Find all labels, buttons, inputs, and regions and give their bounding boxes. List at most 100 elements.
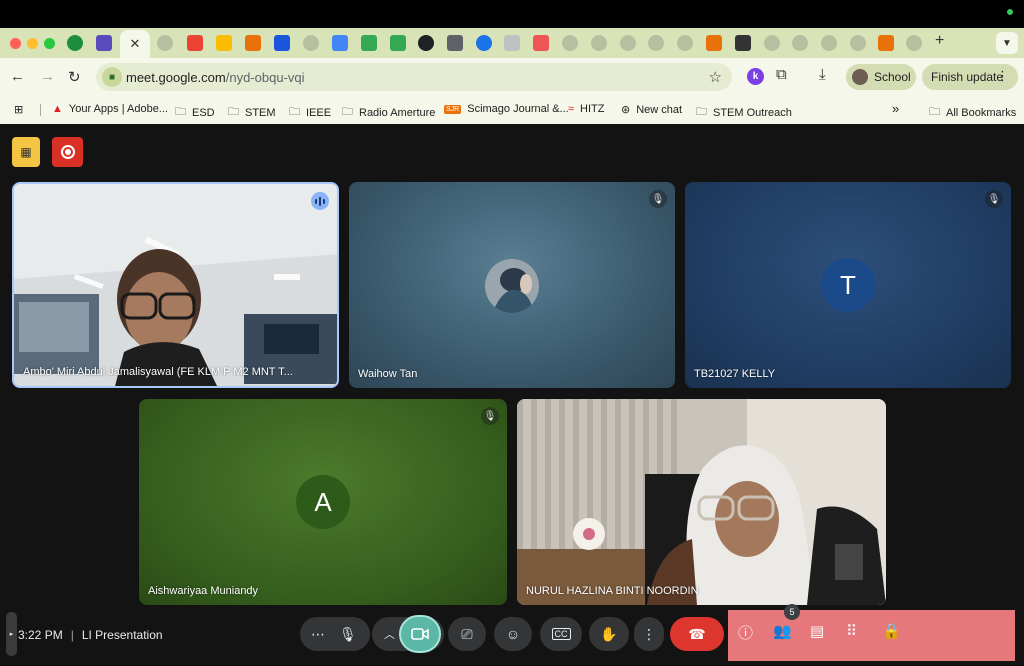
- url-path: /nyd-obqu-vqi: [225, 70, 305, 85]
- meeting-details: 3:22 PM | LI Presentation: [18, 628, 163, 642]
- participant-tile[interactable]: Ambo' Miri Abdul Jamalisyawal (FE KLM P …: [12, 182, 339, 388]
- present-screen-button[interactable]: ⎚: [448, 617, 486, 651]
- bookmark-item[interactable]: ≈ HITZ: [568, 103, 605, 115]
- drive-icon[interactable]: [390, 35, 406, 51]
- tab-favicon[interactable]: [878, 35, 894, 51]
- extension-k-icon[interactable]: k: [747, 68, 764, 85]
- activities-icon[interactable]: ⠿: [846, 622, 857, 640]
- info-icon[interactable]: ⓘ: [738, 622, 753, 643]
- slides-icon[interactable]: [216, 35, 232, 51]
- tab-favicon[interactable]: [792, 35, 808, 51]
- drive-icon[interactable]: [361, 35, 377, 51]
- tab-search-button[interactable]: ▼: [996, 32, 1018, 54]
- back-button[interactable]: ←: [10, 68, 25, 85]
- camera-button[interactable]: [399, 615, 441, 653]
- tab-favicon[interactable]: [735, 35, 751, 51]
- tab-favicon[interactable]: [850, 35, 866, 51]
- extensions-puzzle-icon[interactable]: ⧉: [776, 66, 787, 83]
- bookmark-item[interactable]: ⊛ New chat: [621, 103, 683, 117]
- bookmark-folder[interactable]: 🗀 ESD: [175, 103, 215, 122]
- tab-favicon[interactable]: [447, 35, 463, 51]
- bookmark-folder[interactable]: 🗀 STEM Outreach: [696, 103, 792, 122]
- tab-favicon[interactable]: [648, 35, 664, 51]
- mic-icon[interactable]: 🎙: [339, 626, 357, 643]
- tab-favicon[interactable]: [245, 35, 261, 51]
- tab-favicon[interactable]: [67, 35, 83, 51]
- all-bookmarks-button[interactable]: 🗀 All Bookmarks: [929, 103, 1016, 122]
- tab-favicon[interactable]: [476, 35, 492, 51]
- tab-favicon[interactable]: [504, 35, 520, 51]
- bookmark-label: HITZ: [580, 103, 605, 115]
- forward-button[interactable]: →: [40, 68, 55, 85]
- tab-favicon[interactable]: [821, 35, 837, 51]
- tab-favicon[interactable]: [764, 35, 780, 51]
- gmail-icon[interactable]: [187, 35, 203, 51]
- more-vert-icon: ⋮: [642, 625, 656, 642]
- bookmark-star-icon[interactable]: ☆: [709, 68, 722, 86]
- more-vert-icon[interactable]: ⋮: [996, 68, 1009, 84]
- captions-button[interactable]: CC: [540, 617, 582, 651]
- reactions-button[interactable]: ☺: [494, 617, 532, 651]
- finish-update-button[interactable]: Finish update ⋮: [922, 64, 1018, 90]
- url-text[interactable]: meet.google.com/nyd-obqu-vqi: [126, 70, 305, 85]
- active-tab[interactable]: ✕: [120, 30, 150, 58]
- more-options-button[interactable]: ⋮: [634, 617, 664, 651]
- tab-favicon[interactable]: [157, 35, 173, 51]
- address-bar[interactable]: ■ meet.google.com/nyd-obqu-vqi ☆: [96, 63, 732, 91]
- new-tab-button[interactable]: +: [935, 32, 944, 50]
- minimize-window-button[interactable]: [27, 38, 38, 49]
- participant-tile[interactable]: 🎙 Waihow Tan: [349, 182, 675, 388]
- tab-favicon[interactable]: [303, 35, 319, 51]
- profile-label: School: [874, 70, 911, 84]
- people-icon[interactable]: 👥: [773, 622, 792, 640]
- close-tab-icon[interactable]: ✕: [130, 36, 141, 52]
- bookmark-label: All Bookmarks: [946, 106, 1017, 119]
- participant-tile[interactable]: A 🎙 Aishwariyaa Muniandy: [139, 399, 507, 605]
- bookmark-folder[interactable]: 🗀 STEM: [228, 103, 276, 122]
- raise-hand-button[interactable]: ✋: [589, 617, 629, 651]
- participant-tile[interactable]: T 🎙 TB21027 KELLY: [685, 182, 1011, 388]
- avatar: [852, 69, 868, 85]
- tab-favicon[interactable]: [332, 35, 348, 51]
- tab-favicon[interactable]: [677, 35, 693, 51]
- side-panel-toggle[interactable]: ▸: [6, 612, 17, 656]
- chat-icon[interactable]: ▤: [810, 622, 824, 640]
- reload-button[interactable]: ↻: [68, 68, 81, 86]
- tab-favicon[interactable]: [274, 35, 290, 51]
- bookmark-item[interactable]: ▲ Your Apps | Adobe...: [52, 103, 168, 115]
- participant-count-badge: 5: [784, 604, 800, 620]
- chevron-up-icon[interactable]: ︿: [384, 626, 395, 642]
- download-icon[interactable]: ⤓: [819, 66, 826, 83]
- camera-icon: [411, 628, 429, 640]
- host-controls-icon[interactable]: 🔒: [882, 622, 901, 640]
- bookmark-item[interactable]: SJR Scimago Journal &...: [444, 103, 569, 115]
- bookmarks-overflow-button[interactable]: »: [892, 101, 899, 116]
- mic-off-icon: 🎙: [481, 407, 499, 425]
- apps-grid-icon[interactable]: ⊞: [14, 103, 23, 116]
- bookmark-label: Radio Amerture: [359, 106, 436, 119]
- tab-favicon[interactable]: [96, 35, 112, 51]
- profile-button[interactable]: School: [846, 64, 916, 90]
- tab-favicon[interactable]: [591, 35, 607, 51]
- meet-site-icon[interactable]: ■: [102, 67, 122, 87]
- maximize-window-button[interactable]: [44, 38, 55, 49]
- participant-tile[interactable]: NURUL HAZLINA BINTI NOORDIN: [517, 399, 886, 605]
- bookmark-folder[interactable]: 🗀 IEEE: [289, 103, 331, 122]
- video-off-icon: ▦: [20, 145, 32, 159]
- folder-icon: 🗀: [228, 106, 239, 118]
- tab-favicon[interactable]: [562, 35, 578, 51]
- captions-off-button[interactable]: ▦: [12, 137, 40, 167]
- tab-favicon[interactable]: [706, 35, 722, 51]
- tab-favicon[interactable]: [620, 35, 636, 51]
- bookmark-folder[interactable]: 🗀 Radio Amerture: [342, 103, 435, 122]
- tab-favicon[interactable]: [533, 35, 549, 51]
- record-button[interactable]: [52, 137, 83, 167]
- close-window-button[interactable]: [10, 38, 21, 49]
- bookmark-label: New chat: [636, 103, 683, 116]
- more-options-icon[interactable]: ⋯: [311, 626, 325, 643]
- tab-favicon[interactable]: [418, 35, 434, 51]
- leave-call-button[interactable]: ☎: [670, 617, 724, 651]
- mic-off-icon: 🎙: [985, 190, 1003, 208]
- tab-favicon[interactable]: [906, 35, 922, 51]
- folder-icon: 🗀: [175, 106, 186, 118]
